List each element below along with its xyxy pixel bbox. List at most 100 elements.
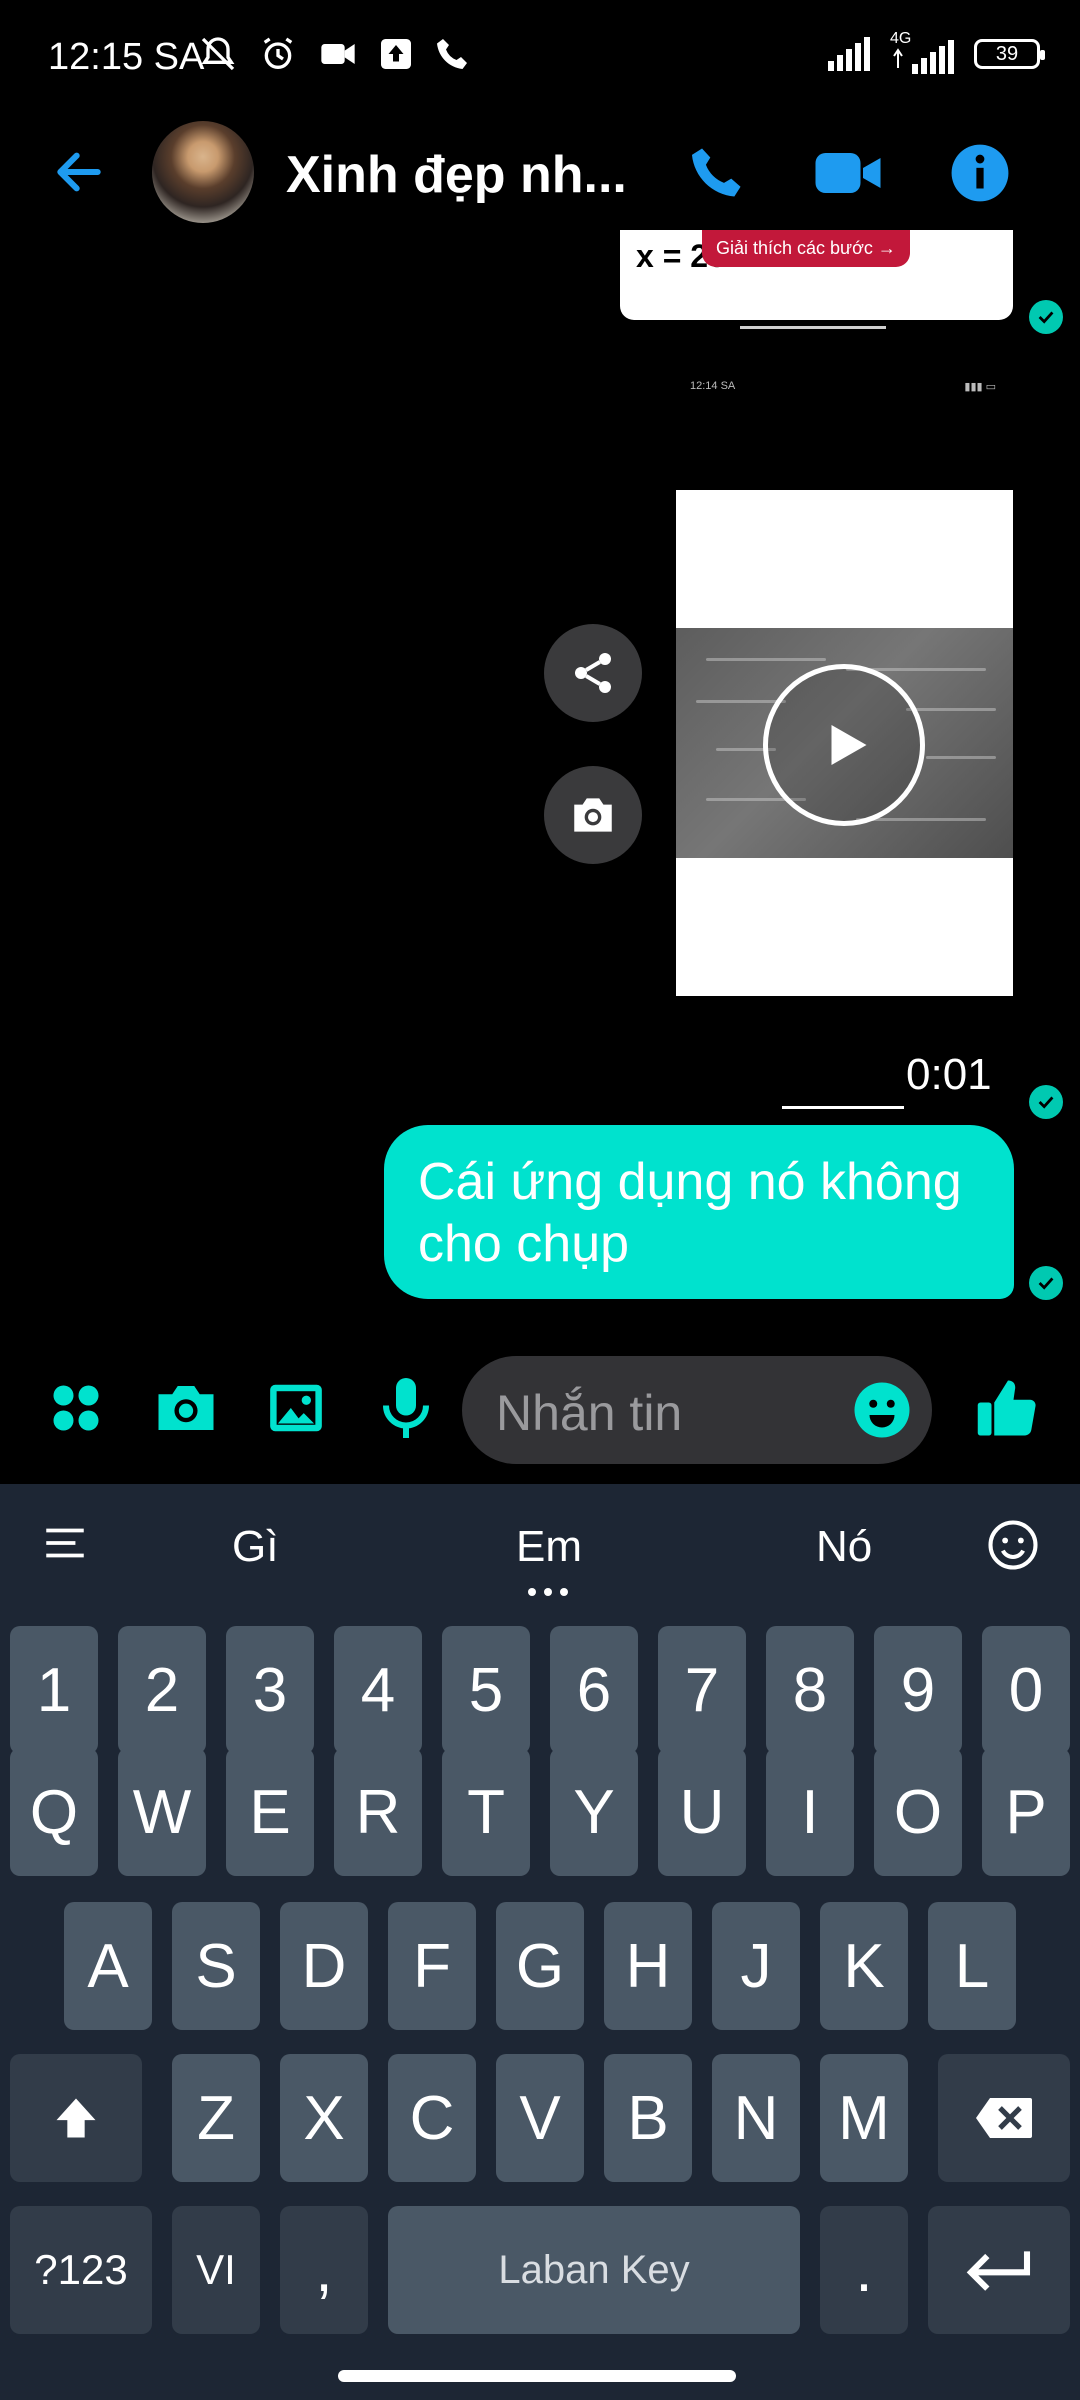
phone-icon xyxy=(691,148,741,197)
suggestion-bar: Gì Em Nó xyxy=(0,1484,1080,1608)
space-key[interactable]: Laban Key xyxy=(388,2206,800,2334)
period-key[interactable]: . xyxy=(820,2206,908,2334)
number-key[interactable]: 9 xyxy=(874,1626,962,1754)
number-key[interactable]: 2 xyxy=(118,1626,206,1754)
letter-key[interactable]: I xyxy=(766,1748,854,1876)
letter-key[interactable]: Z xyxy=(172,2054,260,2182)
video-duration: 0:01 xyxy=(906,1050,992,1099)
letter-key[interactable]: X xyxy=(280,2054,368,2182)
play-button[interactable] xyxy=(763,664,925,826)
more-actions-button[interactable] xyxy=(36,1368,116,1448)
image-divider xyxy=(740,326,886,329)
status-time: 12:15 SA xyxy=(48,36,205,78)
letter-key[interactable]: V xyxy=(496,2054,584,2182)
letter-key[interactable]: S xyxy=(172,1902,260,2030)
video-message[interactable] xyxy=(676,490,1013,996)
keyboard-menu-button[interactable] xyxy=(40,1518,90,1573)
letter-key[interactable]: J xyxy=(712,1902,800,2030)
suggestion-3[interactable]: Nó xyxy=(816,1522,872,1572)
battery-icon: 39 xyxy=(974,39,1045,69)
letter-key[interactable]: H xyxy=(604,1902,692,2030)
letter-key[interactable]: F xyxy=(388,1902,476,2030)
letter-key[interactable]: M xyxy=(820,2054,908,2182)
letter-key[interactable]: R xyxy=(334,1748,422,1876)
backspace-key[interactable] xyxy=(938,2054,1070,2182)
upload-icon xyxy=(381,39,411,69)
image-status-time: 12:14 SA xyxy=(690,380,736,392)
number-key[interactable]: 4 xyxy=(334,1626,422,1754)
info-button[interactable] xyxy=(944,137,1016,209)
camera-button[interactable] xyxy=(146,1368,226,1448)
number-key[interactable]: 8 xyxy=(766,1626,854,1754)
letter-key[interactable]: U xyxy=(658,1748,746,1876)
letter-key[interactable]: L xyxy=(928,1902,1016,2030)
chat-header: Xinh đẹp nh... xyxy=(0,115,1080,230)
thumbs-up-icon xyxy=(977,1380,1036,1436)
video-call-button[interactable] xyxy=(812,137,884,209)
like-button[interactable] xyxy=(968,1368,1048,1448)
more-suggestions-dots xyxy=(528,1588,568,1596)
grid-dots-icon xyxy=(53,1385,99,1431)
letter-key[interactable]: O xyxy=(874,1748,962,1876)
letter-key[interactable]: Y xyxy=(550,1748,638,1876)
symbols-key[interactable]: ?123 xyxy=(10,2206,152,2334)
letter-key[interactable]: K xyxy=(820,1902,908,2030)
keyboard-emoji-button[interactable] xyxy=(986,1518,1040,1577)
suggestion-1[interactable]: Gì xyxy=(232,1522,278,1572)
language-key[interactable]: VI xyxy=(172,2206,260,2334)
letter-key[interactable]: E xyxy=(226,1748,314,1876)
letter-key[interactable]: N xyxy=(712,2054,800,2182)
play-icon xyxy=(831,725,867,765)
back-button[interactable] xyxy=(44,137,114,207)
letter-key[interactable]: W xyxy=(118,1748,206,1876)
video-progress-line xyxy=(782,1106,904,1109)
letter-key[interactable]: Q xyxy=(10,1748,98,1876)
message-input[interactable]: Nhắn tin xyxy=(462,1356,932,1464)
camera-save-button[interactable] xyxy=(544,766,642,864)
letter-key[interactable]: B xyxy=(604,2054,692,2182)
letter-key[interactable]: P xyxy=(982,1748,1070,1876)
phone-status-icon xyxy=(437,39,467,69)
image-icon xyxy=(270,1384,322,1432)
number-key[interactable]: 1 xyxy=(10,1626,98,1754)
contact-name[interactable]: Xinh đẹp nh... xyxy=(286,145,627,205)
signal-icon xyxy=(828,37,870,71)
shift-arrow-icon xyxy=(56,2098,96,2138)
backspace-icon xyxy=(976,2098,1032,2138)
share-button[interactable] xyxy=(544,624,642,722)
smiley-outline-icon xyxy=(988,1520,1038,1570)
letter-key[interactable]: D xyxy=(280,1902,368,2030)
smiley-icon xyxy=(854,1382,910,1438)
number-key[interactable]: 7 xyxy=(658,1626,746,1754)
composer: Nhắn tin xyxy=(0,1340,1080,1480)
number-key[interactable]: 0 xyxy=(982,1626,1070,1754)
letter-key[interactable]: T xyxy=(442,1748,530,1876)
image-pill: Giải thích các bước → xyxy=(702,230,910,267)
seen-check-icon xyxy=(1029,1266,1063,1300)
video-camera-icon xyxy=(815,153,881,193)
image-status-icons: ▮▮▮ ▭ xyxy=(964,381,996,393)
emoji-button[interactable] xyxy=(852,1380,912,1440)
message-input-placeholder: Nhắn tin xyxy=(496,1385,683,1441)
suggestion-2[interactable]: Em xyxy=(516,1522,582,1572)
gallery-button[interactable] xyxy=(256,1368,336,1448)
number-key[interactable]: 3 xyxy=(226,1626,314,1754)
keyboard: Gì Em Nó 1234567890 QWERTYUIOP ASDFGHJKL ZX… xyxy=(0,1484,1080,2400)
voice-record-button[interactable] xyxy=(366,1368,446,1448)
letter-key[interactable]: G xyxy=(496,1902,584,2030)
sent-message-bubble[interactable]: Cái ứng dụng nó không cho chụp xyxy=(384,1125,1014,1299)
number-key[interactable]: 5 xyxy=(442,1626,530,1754)
letter-key[interactable]: A xyxy=(64,1902,152,2030)
navigation-pill[interactable] xyxy=(338,2370,736,2382)
alarm-icon xyxy=(263,37,293,69)
number-key[interactable]: 6 xyxy=(550,1626,638,1754)
message-list[interactable]: x = 20 Giải thích các bước → 12:14 SA ▮▮… xyxy=(0,230,1080,1320)
avatar[interactable] xyxy=(152,121,254,223)
image-message[interactable]: x = 20 Giải thích các bước → xyxy=(620,230,1013,320)
comma-key[interactable]: , xyxy=(280,2206,368,2334)
letter-key[interactable]: C xyxy=(388,2054,476,2182)
menu-icon xyxy=(46,1528,84,1558)
voice-call-button[interactable] xyxy=(680,137,752,209)
shift-key[interactable] xyxy=(10,2054,142,2182)
enter-key[interactable] xyxy=(928,2206,1070,2334)
